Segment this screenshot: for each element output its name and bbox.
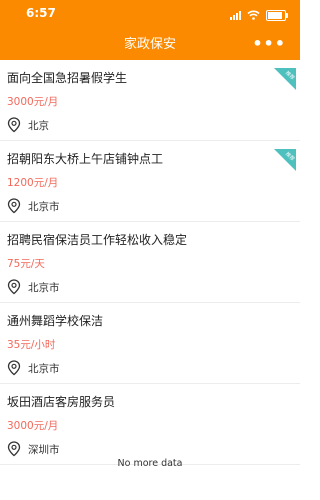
recommend-tag: 推荐	[274, 68, 296, 90]
job-title: 招朝阳东大桥上午店铺钟点工	[7, 152, 164, 166]
job-salary: 3000元/月	[7, 420, 59, 432]
job-list: 面向全国急招暑假学生 3000元/月 北京 推荐 招朝阳东大桥上午店铺钟点工 1…	[0, 60, 300, 465]
job-list-item[interactable]: 通州舞蹈学校保洁 35元/小时 北京市	[0, 303, 300, 384]
job-list-item[interactable]: 坂田酒店客房服务员 3000元/月 深圳市	[0, 384, 300, 465]
job-location: 北京市	[7, 360, 60, 376]
job-list-item[interactable]: 招聘民宿保洁员工作轻松收入稳定 75元/天 北京市	[0, 222, 300, 303]
location-pin-icon	[7, 198, 21, 214]
job-salary: 35元/小时	[7, 339, 56, 351]
job-list-item[interactable]: 招朝阳东大桥上午店铺钟点工 1200元/月 北京市 推荐	[0, 141, 300, 222]
job-location-text: 北京	[28, 119, 49, 132]
location-pin-icon	[7, 441, 21, 457]
battery-icon	[266, 9, 288, 21]
job-title: 坂田酒店客房服务员	[7, 395, 116, 409]
job-salary: 75元/天	[7, 258, 45, 270]
job-location-text: 北京市	[28, 362, 60, 375]
job-location: 深圳市	[7, 441, 60, 457]
status-time: 6:57	[26, 6, 56, 20]
battery-fill	[268, 11, 282, 19]
job-location: 北京	[7, 117, 49, 133]
job-salary: 1200元/月	[7, 177, 59, 189]
no-more-data: No more data	[117, 458, 183, 469]
nav-bar: 家政保安 •••	[0, 30, 300, 60]
job-salary: 3000元/月	[7, 96, 59, 108]
signal-icon	[230, 10, 241, 20]
wifi-icon	[247, 10, 260, 20]
job-location-text: 北京市	[28, 200, 60, 213]
job-title: 通州舞蹈学校保洁	[7, 314, 104, 328]
job-location-text: 北京市	[28, 281, 60, 294]
location-pin-icon	[7, 360, 21, 376]
job-title: 面向全国急招暑假学生	[7, 71, 128, 85]
location-pin-icon	[7, 279, 21, 295]
job-list-item[interactable]: 面向全国急招暑假学生 3000元/月 北京 推荐	[0, 60, 300, 141]
status-icons	[230, 9, 288, 21]
recommend-tag: 推荐	[274, 149, 296, 171]
location-pin-icon	[7, 117, 21, 133]
job-location-text: 深圳市	[28, 443, 60, 456]
job-location: 北京市	[7, 279, 60, 295]
more-button[interactable]: •••	[252, 30, 286, 60]
status-bar: 6:57	[0, 0, 300, 30]
job-location: 北京市	[7, 198, 60, 214]
job-title: 招聘民宿保洁员工作轻松收入稳定	[7, 233, 188, 247]
